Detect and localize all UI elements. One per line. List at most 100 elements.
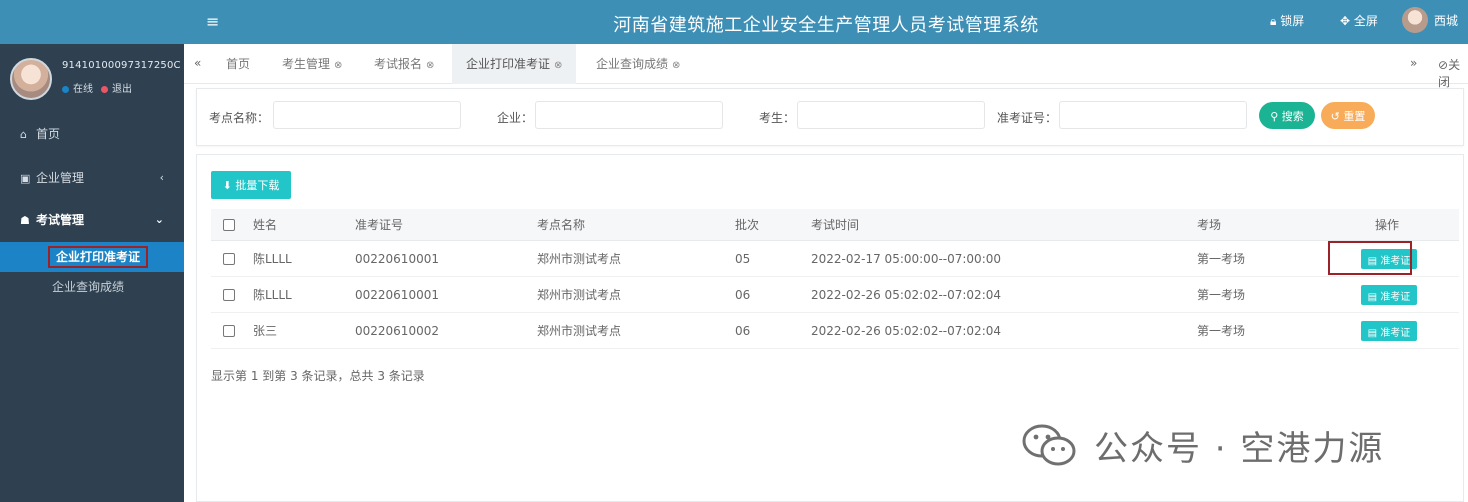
fullscreen-button[interactable]: ✥ 全屏: [1340, 12, 1378, 29]
user-id: 91410100097317250C: [62, 60, 181, 71]
sidebar-logo-area: [0, 0, 184, 44]
lock-screen-button[interactable]: 🔒︎ 锁屏: [1270, 12, 1304, 29]
row-checkbox[interactable]: [223, 253, 235, 265]
search-icon: ⚲: [1270, 109, 1279, 123]
sidebar-item-label: 考试管理: [36, 213, 85, 227]
cell-time: 2022-02-26 05:02:02--07:02:04: [811, 288, 1002, 302]
tab-close-icon[interactable]: ⊗: [672, 60, 680, 71]
logout-link[interactable]: 退出: [112, 84, 132, 95]
watermark: 公众号 · 空港力源: [1022, 420, 1384, 470]
sidebar-subitem-label: 企业查询成绩: [52, 280, 125, 294]
online-dot-icon: [62, 85, 69, 93]
sidebar-item-label: 企业管理: [36, 171, 85, 185]
column-header: 姓名: [253, 218, 278, 232]
sidebar-subitem-query-score[interactable]: 企业查询成绩: [0, 272, 184, 302]
tab-candidate-mgmt[interactable]: 考生管理 ⊗: [268, 44, 356, 84]
logout-dot-icon: [101, 85, 108, 93]
sidebar-item-enterprise[interactable]: ▣ 企业管理 ‹: [0, 160, 184, 196]
cell-batch: 06: [735, 288, 751, 302]
building-icon: ▣: [20, 172, 31, 185]
cell-site: 郑州市测试考点: [537, 252, 622, 266]
sidebar-user-panel: 91410100097317250C 在线 退出: [0, 50, 184, 106]
print-icon: ▤: [1367, 327, 1378, 339]
print-ticket-button[interactable]: ▤ 准考证: [1361, 285, 1417, 305]
watermark-text: 公众号 · 空港力源: [1094, 428, 1385, 469]
sidebar: 91410100097317250C 在线 退出 ⌂ 首页 ▣ 企业管理 ‹ ☗ 考试管…: [0, 0, 184, 502]
sidebar-item-label: 首页: [36, 127, 61, 141]
cell-site: 郑州市测试考点: [537, 288, 622, 302]
batch-download-button[interactable]: ⬇ 批量下载: [211, 171, 291, 199]
pagination-info: 显示第 1 到第 3 条记录，总共 3 条记录: [211, 369, 425, 383]
column-header: 考场: [1197, 218, 1222, 232]
tab-scroll-right-icon[interactable]: »: [1410, 56, 1417, 70]
column-header: 准考证号: [355, 218, 404, 232]
download-icon: ⬇: [222, 179, 232, 192]
column-header: 批次: [735, 218, 760, 232]
lock-icon: 🔒︎: [1270, 14, 1277, 28]
reset-button[interactable]: ↺ 重置: [1321, 102, 1375, 129]
cell-ticket: 00220610001: [355, 288, 439, 302]
chevron-left-icon: ‹: [159, 171, 164, 184]
site-name-label: 考点名称：: [209, 111, 270, 125]
sidebar-item-home[interactable]: ⌂ 首页: [0, 116, 184, 152]
online-label: 在线: [73, 84, 93, 95]
cell-time: 2022-02-17 05:00:00--07:00:00: [811, 252, 1002, 266]
search-panel: 考点名称： 企业： 考生： 准考证号： ⚲ 搜索 ↺ 重置: [196, 88, 1464, 146]
close-icon: ⊘: [1438, 58, 1449, 72]
cell-room: 第一考场: [1197, 288, 1246, 302]
reset-icon: ↺: [1330, 109, 1340, 123]
chevron-down-icon: ⌄: [154, 213, 164, 226]
tab-close-icon[interactable]: ⊗: [426, 60, 434, 71]
tab-close-icon[interactable]: ⊗: [554, 60, 562, 71]
tab-close-icon[interactable]: ⊗: [334, 60, 342, 71]
cell-name: 陈LLLL: [253, 288, 292, 302]
tab-exam-registration[interactable]: 考试报名 ⊗: [360, 44, 448, 84]
sidebar-subitem-label: 企业打印准考证: [47, 246, 149, 268]
cell-site: 郑州市测试考点: [537, 324, 622, 338]
table-row: 陈LLLL 00220610001 郑州市测试考点 05 2022-02-17 …: [211, 241, 1459, 277]
tab-scroll-left-icon[interactable]: «: [194, 56, 201, 70]
tab-close-all-button[interactable]: ⊘关闭: [1438, 56, 1468, 90]
annotation-highlight-box: [1328, 241, 1412, 275]
cell-time: 2022-02-26 05:02:02--07:02:04: [811, 324, 1002, 338]
tab-query-score[interactable]: 企业查询成绩 ⊗: [582, 44, 694, 84]
row-checkbox[interactable]: [223, 325, 235, 337]
expand-icon: ✥: [1340, 14, 1351, 28]
candidate-input[interactable]: [797, 101, 985, 129]
cell-name: 张三: [253, 324, 278, 338]
cell-batch: 06: [735, 324, 751, 338]
enterprise-input[interactable]: [535, 101, 723, 129]
sidebar-subitem-print-ticket[interactable]: 企业打印准考证: [0, 242, 184, 272]
column-header: 考试时间: [811, 218, 860, 232]
home-icon: ⌂: [20, 128, 27, 141]
print-icon: ▤: [1367, 291, 1378, 303]
enterprise-label: 企业：: [497, 111, 534, 125]
header-avatar[interactable]: [1402, 7, 1428, 33]
table-row: 陈LLLL 00220610001 郑州市测试考点 06 2022-02-26 …: [211, 277, 1459, 313]
sidebar-item-exam[interactable]: ☗ 考试管理 ⌄: [0, 202, 184, 238]
tab-bar: « 首页 考生管理 ⊗ 考试报名 ⊗ 企业打印准考证 ⊗ 企业查询成绩 ⊗ » ⊘关闭: [184, 44, 1468, 89]
cell-name: 陈LLLL: [253, 252, 292, 266]
graduation-cap-icon: ☗: [20, 214, 30, 227]
row-checkbox[interactable]: [223, 289, 235, 301]
column-header: 操作: [1375, 218, 1400, 232]
cell-ticket: 00220610002: [355, 324, 439, 338]
wechat-logo-icon: [1022, 424, 1076, 466]
print-ticket-button[interactable]: ▤ 准考证: [1361, 321, 1417, 341]
user-status: 在线 退出: [62, 80, 132, 95]
user-menu[interactable]: 西城: [1434, 12, 1458, 29]
tab-print-ticket[interactable]: 企业打印准考证 ⊗: [452, 44, 577, 84]
table-header: 姓名 准考证号 考点名称 批次 考试时间 考场 操作: [211, 209, 1459, 241]
top-header: ≡ 河南省建筑施工企业安全生产管理人员考试管理系统 🔒︎ 锁屏 ✥ 全屏 西城: [184, 0, 1468, 44]
tab-home[interactable]: 首页: [212, 44, 264, 84]
avatar[interactable]: [10, 58, 52, 100]
cell-room: 第一考场: [1197, 252, 1246, 266]
cell-batch: 05: [735, 252, 751, 266]
table-row: 张三 00220610002 郑州市测试考点 06 2022-02-26 05:…: [211, 313, 1459, 349]
select-all-checkbox[interactable]: [223, 219, 235, 231]
search-button[interactable]: ⚲ 搜索: [1259, 102, 1315, 129]
candidate-label: 考生：: [759, 111, 796, 125]
ticket-no-input[interactable]: [1059, 101, 1247, 129]
cell-ticket: 00220610001: [355, 252, 439, 266]
site-name-input[interactable]: [273, 101, 461, 129]
